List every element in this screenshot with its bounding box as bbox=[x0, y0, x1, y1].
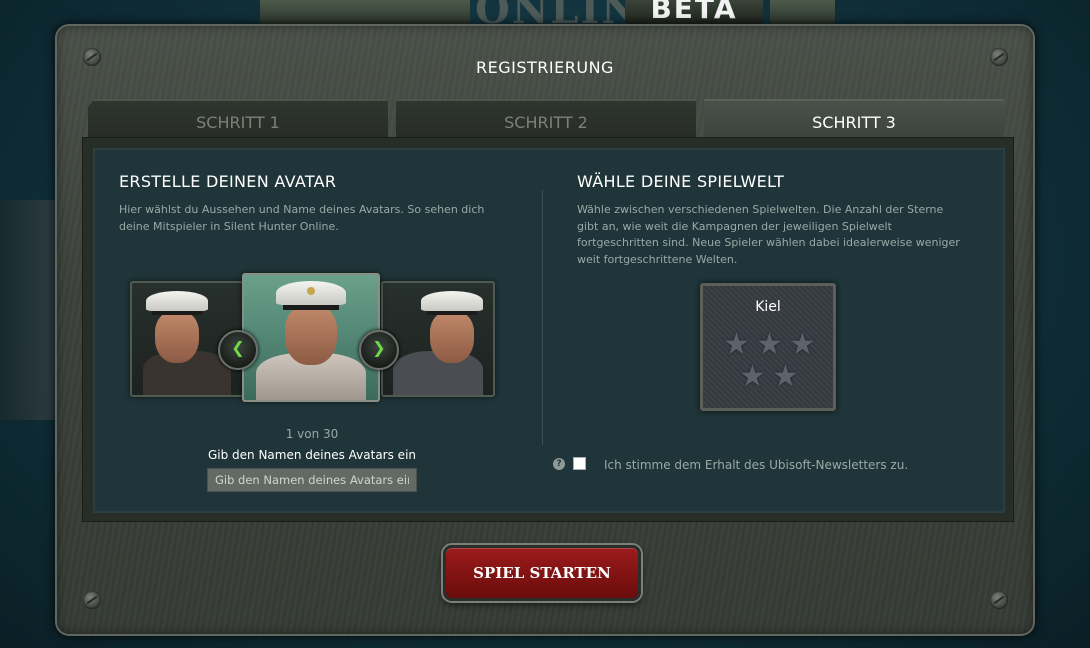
start-game-button[interactable]: SPIEL STARTEN bbox=[443, 545, 641, 601]
column-divider bbox=[542, 190, 543, 445]
world-heading: WÄHLE DEINE SPIELWELT bbox=[577, 172, 785, 191]
game-logo: ONLINE BETA bbox=[260, 0, 835, 33]
avatar-counter: 1 von 30 bbox=[285, 427, 339, 441]
world-card-kiel[interactable]: Kiel ★ ★ ★ ★ ★ bbox=[700, 283, 836, 411]
avatar-cap bbox=[146, 291, 208, 311]
registration-dialog: REGISTRIERUNG SCHRITT 1 SCHRITT 2 SCHRIT… bbox=[55, 24, 1035, 636]
content-panel: ERSTELLE DEINEN AVATAR Hier wählst du Au… bbox=[82, 137, 1014, 522]
avatar-name-input[interactable] bbox=[207, 468, 417, 492]
help-icon[interactable]: ? bbox=[553, 458, 565, 470]
logo-plate-right bbox=[770, 0, 835, 24]
avatar-name-label: Gib den Namen deines Avatars ein bbox=[207, 448, 417, 462]
avatar-heading: ERSTELLE DEINEN AVATAR bbox=[119, 172, 337, 191]
avatar-description: Hier wählst du Aussehen und Name deines … bbox=[119, 203, 485, 233]
avatar-preview-next[interactable] bbox=[381, 281, 495, 397]
screw-icon bbox=[83, 591, 101, 609]
screw-icon bbox=[990, 591, 1008, 609]
avatar-face bbox=[155, 311, 199, 363]
background-submarine bbox=[0, 200, 55, 420]
world-name: Kiel bbox=[755, 299, 781, 315]
tab-step-2[interactable]: SCHRITT 2 bbox=[396, 99, 696, 141]
newsletter-label: Ich stimme dem Erhalt des Ubisoft-Newsle… bbox=[604, 458, 909, 472]
dialog-title: REGISTRIERUNG bbox=[476, 58, 614, 77]
chevron-right-icon: ❯ bbox=[372, 338, 386, 357]
beta-label: BETA bbox=[650, 0, 738, 25]
avatar-face bbox=[285, 305, 337, 365]
logo-plate-left bbox=[260, 0, 470, 24]
star-icon: ★ bbox=[739, 359, 766, 394]
avatar-cap bbox=[421, 291, 483, 311]
cap-badge-icon bbox=[307, 287, 315, 295]
newsletter-checkbox[interactable] bbox=[573, 457, 586, 470]
beta-plate: BETA bbox=[625, 0, 763, 25]
star-icon: ★ bbox=[772, 359, 799, 394]
tab-step-1[interactable]: SCHRITT 1 bbox=[88, 99, 388, 141]
next-avatar-button[interactable]: ❯ bbox=[359, 330, 399, 370]
previous-avatar-button[interactable]: ❮ bbox=[218, 330, 258, 370]
star-icon: ★ bbox=[723, 327, 750, 362]
avatar-face bbox=[430, 311, 474, 363]
avatar-preview-selected bbox=[242, 273, 380, 402]
content-inner: ERSTELLE DEINEN AVATAR Hier wählst du Au… bbox=[93, 148, 1005, 513]
chevron-left-icon: ❮ bbox=[231, 338, 245, 357]
world-description: Wähle zwischen verschiedenen Spielwelten… bbox=[577, 203, 960, 266]
avatar-cap bbox=[276, 281, 346, 305]
star-icon: ★ bbox=[789, 327, 816, 362]
tab-step-3[interactable]: SCHRITT 3 bbox=[704, 99, 1004, 141]
star-icon: ★ bbox=[756, 327, 783, 362]
